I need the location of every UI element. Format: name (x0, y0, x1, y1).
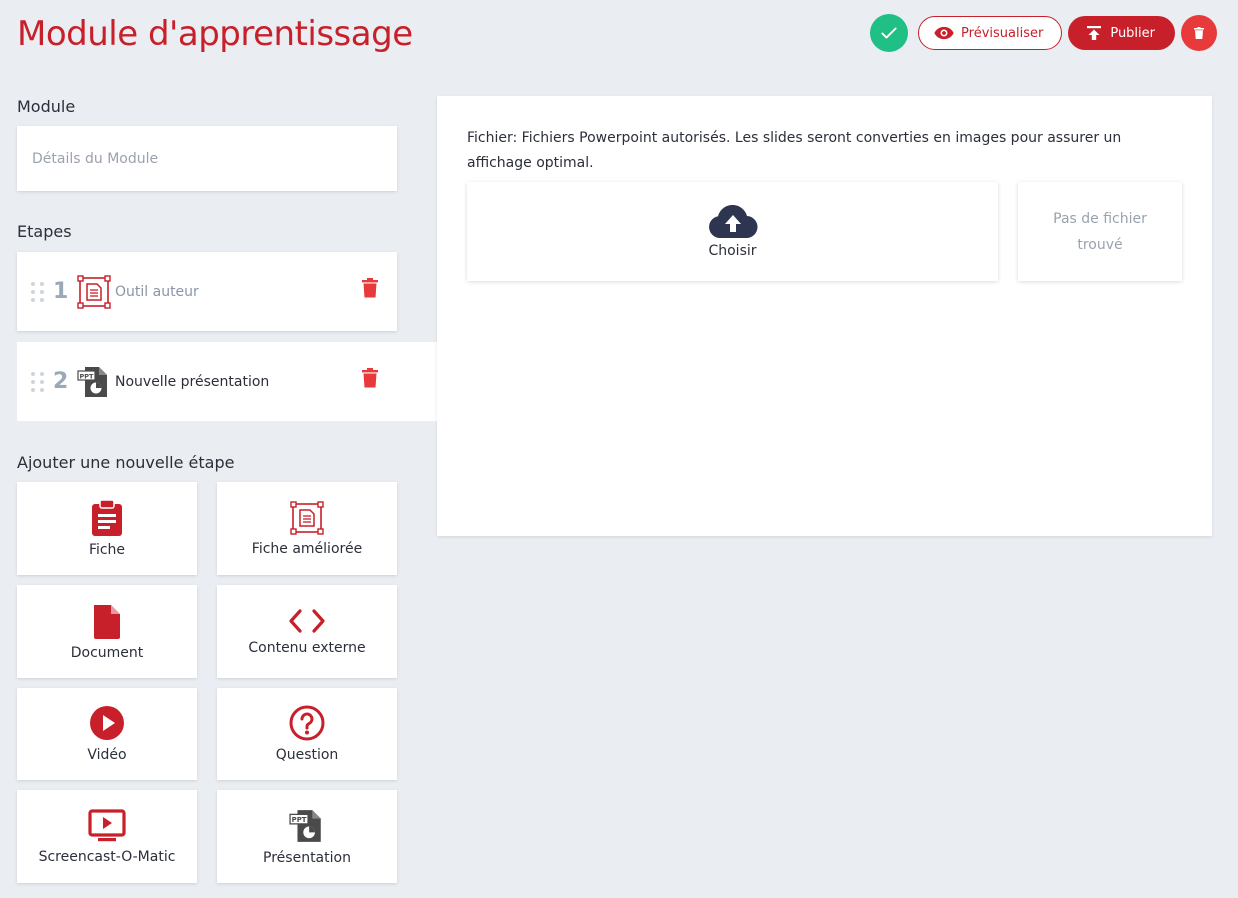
tile-label: Vidéo (87, 747, 127, 763)
drag-handle-icon[interactable] (31, 281, 45, 302)
tile-label: Document (70, 644, 144, 661)
no-file-preview: Pas de fichier trouvé (1018, 182, 1182, 281)
svg-text:PPT: PPT (80, 372, 95, 380)
step-item-active[interactable]: 2 PPT Nouvelle présentation (17, 342, 437, 421)
add-step-tile-document[interactable]: Document (17, 585, 197, 678)
delete-module-button[interactable] (1181, 15, 1217, 51)
play-icon (90, 706, 124, 740)
add-step-tile-video[interactable]: Vidéo (17, 688, 197, 780)
add-step-tile-screencast[interactable]: Screencast-O-Matic (17, 790, 197, 883)
steps-section-label: Etapes (17, 222, 72, 241)
add-step-section-label: Ajouter une nouvelle étape (17, 453, 235, 472)
module-section-label: Module (17, 97, 76, 116)
step-number: 1 (53, 279, 69, 304)
trash-icon[interactable] (361, 278, 379, 298)
step-label: Outil auteur (115, 283, 199, 300)
step-editor-panel: Fichier: Fichiers Powerpoint autorisés. … (437, 96, 1212, 536)
validate-button[interactable] (870, 14, 909, 52)
add-step-tile-fiche[interactable]: Fiche (17, 482, 197, 575)
page-title: Module d'apprentissage (17, 14, 413, 54)
enhanced-sheet-icon (290, 500, 324, 535)
tile-label: Screencast-O-Matic (38, 848, 176, 865)
add-step-tile-presentation[interactable]: PPT Présentation (217, 790, 397, 883)
drag-handle-icon[interactable] (31, 371, 45, 392)
trash-icon[interactable] (361, 368, 379, 388)
ppt-icon: PPT (289, 809, 321, 842)
cloud-upload-icon (708, 204, 757, 238)
step-number: 2 (53, 369, 69, 394)
no-file-label: Pas de fichier trouvé (1053, 210, 1147, 253)
eye-icon (934, 26, 954, 40)
clipboard-icon (92, 499, 122, 536)
add-step-tile-contenu-externe[interactable]: Contenu externe (217, 585, 397, 678)
check-icon (881, 27, 897, 39)
tile-label: Fiche améliorée (251, 540, 363, 557)
module-details-placeholder: Détails du Module (32, 150, 159, 167)
step-item[interactable]: 1 Outil auteur (17, 252, 397, 331)
screencast-icon (88, 808, 126, 841)
preview-button[interactable]: Prévisualiser (918, 16, 1063, 50)
code-icon (289, 608, 325, 633)
step-label: Nouvelle présentation (115, 373, 270, 390)
tile-label: Contenu externe (248, 639, 366, 656)
question-icon (289, 705, 325, 741)
file-info-text: Fichier: Fichiers Powerpoint autorisés. … (467, 130, 1122, 171)
preview-label: Prévisualiser (961, 25, 1044, 41)
authoring-tool-icon (77, 274, 111, 309)
module-details-card[interactable]: Détails du Module (17, 126, 397, 191)
publish-button[interactable]: Publier (1068, 16, 1175, 50)
document-icon (94, 604, 120, 639)
header-actions: Prévisualiser Publier (870, 14, 1217, 52)
add-step-tile-question[interactable]: Question (217, 688, 397, 780)
choose-label: Choisir (708, 242, 757, 259)
add-step-tile-fiche-amelioree[interactable]: Fiche améliorée (217, 482, 397, 575)
ppt-icon: PPT (77, 366, 107, 397)
publish-label: Publier (1110, 25, 1155, 41)
tile-label: Fiche (88, 541, 126, 558)
publish-icon (1087, 26, 1102, 40)
tile-label: Présentation (263, 849, 351, 866)
choose-file-button[interactable]: Choisir (467, 182, 998, 281)
tile-label: Question (275, 747, 339, 763)
trash-icon (1194, 27, 1204, 39)
svg-text:PPT: PPT (292, 816, 307, 824)
